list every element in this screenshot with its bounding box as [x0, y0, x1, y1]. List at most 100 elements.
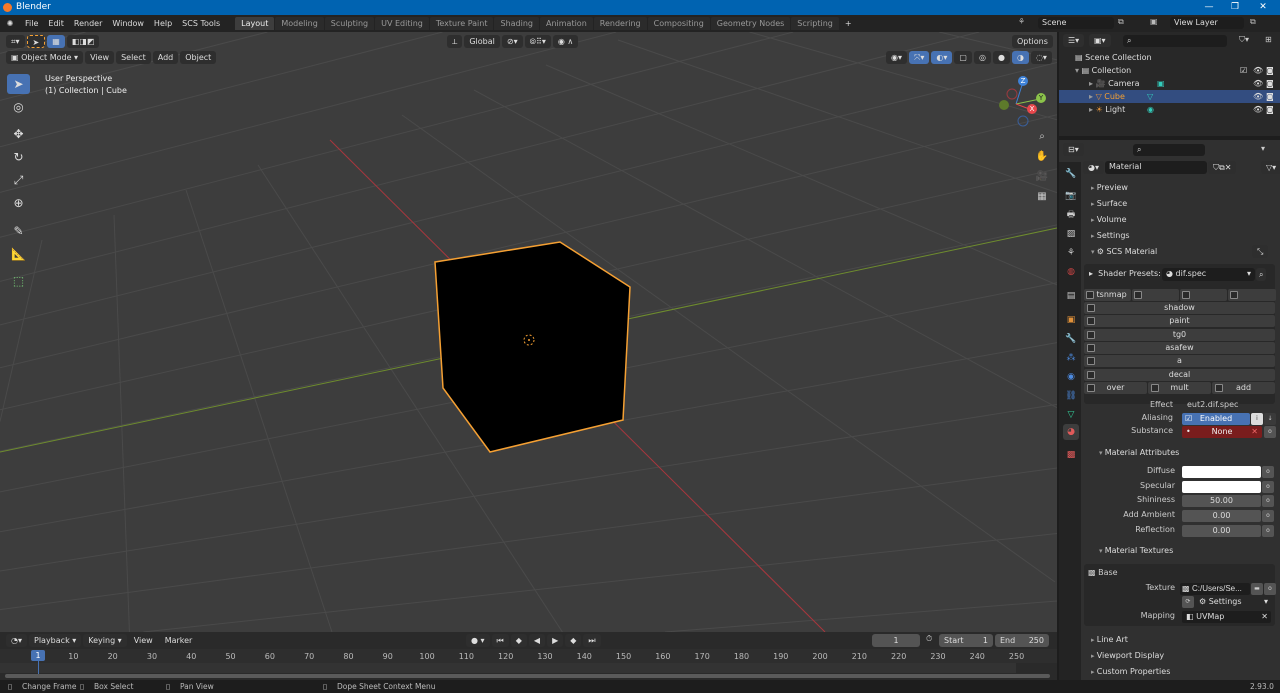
next-keyframe-icon[interactable]: ◆ [565, 634, 582, 647]
menu-file[interactable]: File [20, 19, 43, 28]
visibility-icon[interactable]: ◉▾ [886, 51, 907, 64]
exclude-checkbox[interactable]: ☑ [1240, 64, 1247, 77]
reload-icon[interactable]: ⟳ [1182, 596, 1194, 608]
view-layer-tab-icon[interactable]: ▨ [1063, 226, 1079, 242]
checkbox[interactable] [1134, 290, 1142, 299]
keyframe-dot-icon[interactable]: o [1262, 466, 1274, 478]
menu-view[interactable]: View [85, 51, 115, 64]
render-camera-icon[interactable]: ◙ [1266, 103, 1274, 116]
checkbox[interactable] [1182, 290, 1190, 299]
auto-keying-icon[interactable]: ● ▾ [466, 634, 490, 647]
flag-toggle[interactable]: mult [1148, 382, 1211, 394]
texture-path-field[interactable]: ▩ C:/Users/Se... [1180, 583, 1250, 595]
transform-orientation-select[interactable]: Global [464, 35, 500, 48]
render-camera-icon[interactable]: ◙ [1266, 64, 1274, 77]
select-mode-new-icon[interactable]: ▦ [47, 35, 65, 48]
flag-toggle[interactable]: decal [1084, 368, 1275, 381]
menu-scs-tools[interactable]: SCS Tools [177, 19, 225, 28]
attribute-field[interactable]: 0.00 [1182, 524, 1261, 537]
view-menu[interactable]: View [129, 634, 158, 647]
checkbox[interactable] [1087, 370, 1095, 379]
tool-tab-icon[interactable]: 🔧 [1063, 166, 1079, 182]
timeline-editor-type-icon[interactable]: ◔▾ [6, 634, 27, 647]
start-frame-field[interactable]: Start 1 [939, 634, 993, 647]
view-layer-selector[interactable]: View Layer [1170, 17, 1244, 29]
new-collection-icon[interactable]: ⊞ [1265, 35, 1272, 44]
maximize-button[interactable]: ❐ [1222, 0, 1248, 15]
scene-tab-icon[interactable]: ⚘ [1063, 245, 1079, 261]
checkbox[interactable] [1087, 343, 1095, 352]
texture-settings-dropdown[interactable]: ⚙ Settings ▾ [1195, 596, 1271, 608]
menu-add[interactable]: Add [152, 51, 179, 64]
select-tool-icon[interactable]: ➤ [26, 35, 46, 48]
scene-selector[interactable]: Scene [1038, 17, 1114, 29]
mapping-field[interactable]: ◧ UVMap ✕ [1182, 611, 1271, 623]
jump-start-icon[interactable]: ⏮ [491, 634, 509, 647]
menu-window[interactable]: Window [107, 19, 149, 28]
fake-user-icon[interactable]: ⛉⧉✕ [1208, 161, 1237, 174]
flag-toggle[interactable]: tsnmapu... [1228, 289, 1276, 311]
panel-line-art[interactable]: Line Art [1083, 632, 1277, 648]
render-tab-icon[interactable]: 📷 [1063, 188, 1079, 204]
render-camera-icon[interactable]: ◙ [1266, 90, 1274, 103]
panel-custom-properties[interactable]: Custom Properties [1083, 664, 1277, 680]
panel-viewport-display[interactable]: Viewport Display [1083, 648, 1277, 664]
collection-tab-icon[interactable]: ▤ [1063, 288, 1079, 304]
preview-range-icon[interactable]: ⏱ [926, 634, 932, 644]
material-browse-icon[interactable]: ◕▾ [1083, 161, 1104, 174]
gizmo-z-axis[interactable]: Z [1018, 76, 1028, 86]
collection-row[interactable]: ▾ ▤ Collection ☑ 👁 ◙ [1059, 64, 1280, 77]
gizmo-y-axis[interactable]: Y [1036, 93, 1046, 103]
tab-rendering[interactable]: Rendering [593, 17, 647, 30]
camera-view-icon[interactable]: 🎥 [1033, 168, 1051, 186]
tool-add-cube[interactable]: ⬚ [7, 271, 30, 291]
shader-presets-label[interactable]: ▸ Shader Presets: [1089, 269, 1161, 278]
substance-field[interactable]: • None ✕ [1182, 426, 1262, 438]
tool-annotate[interactable]: ✎ [7, 221, 30, 241]
snap-icon[interactable]: ⦾⠿▾ [524, 35, 551, 48]
info-icon[interactable]: i [1251, 413, 1263, 425]
tab-sculpting[interactable]: Sculpting [324, 17, 375, 30]
attribute-field[interactable]: 50.00 [1182, 495, 1261, 508]
attribute-field[interactable]: 0.00 [1182, 510, 1261, 523]
output-tab-icon[interactable]: 🖶 [1063, 207, 1079, 223]
attribute-field[interactable] [1182, 480, 1261, 493]
material-name-field[interactable]: Material [1105, 161, 1207, 174]
scs-material-action-icon[interactable]: ⤡ [1252, 245, 1269, 258]
menu-help[interactable]: Help [149, 19, 177, 28]
panel-volume[interactable]: Volume [1083, 212, 1277, 228]
options-dropdown[interactable]: Options [1012, 35, 1053, 48]
checkbox[interactable] [1215, 384, 1223, 392]
shading-material-icon[interactable]: ◑ [1011, 51, 1029, 64]
menu-edit[interactable]: Edit [43, 19, 69, 28]
outliner-item-light[interactable]: ▸ ☀ Light ◉ 👁 ◙ [1059, 103, 1280, 116]
select-mode-options-icon[interactable]: ◧◨◩ [66, 35, 100, 48]
display-mode-icon[interactable]: ▣▾ [1089, 34, 1111, 47]
shader-preset-select[interactable]: ◕ dif.spec ▾ [1162, 268, 1255, 281]
tab-modeling[interactable]: Modeling [275, 17, 324, 30]
eye-icon[interactable]: 👁 [1253, 64, 1263, 77]
close-button[interactable]: ✕ [1250, 0, 1276, 15]
prev-keyframe-icon[interactable]: ◆ [510, 634, 527, 647]
checkbox[interactable] [1151, 384, 1159, 392]
object-tab-icon[interactable]: ▣ [1063, 312, 1079, 328]
panel-material-attributes[interactable]: Material Attributes [1091, 445, 1180, 461]
overlay-toggle-icon[interactable]: ◐▾ [931, 51, 953, 64]
minimize-button[interactable]: — [1196, 0, 1222, 15]
tab-compositing[interactable]: Compositing [647, 17, 710, 30]
clear-mapping-icon[interactable]: ✕ [1261, 611, 1268, 623]
data-tab-icon[interactable]: ▽ [1063, 407, 1079, 423]
checkbox[interactable] [1087, 304, 1095, 312]
proportional-edit-icon[interactable]: ◉ ∧ [552, 35, 579, 48]
checkbox[interactable] [1087, 384, 1095, 392]
tab-layout[interactable]: Layout [235, 17, 275, 30]
3d-viewport[interactable]: Z Y X ⌗▾ ➤ ▦ ◧◨◩ ⟂ Global ⊘▾ ⦾⠿▾ ◉ ∧ Opt… [0, 32, 1057, 632]
add-workspace-button[interactable]: + [840, 19, 857, 28]
tab-geometry-nodes[interactable]: Geometry Nodes [710, 17, 791, 30]
menu-select[interactable]: Select [116, 51, 151, 64]
particles-tab-icon[interactable]: ⁂ [1063, 350, 1079, 366]
checkbox[interactable] [1087, 317, 1095, 326]
material-link-icon[interactable]: ▽▾ [1261, 161, 1280, 174]
flag-toggle[interactable]: paint [1084, 315, 1275, 328]
tool-cursor[interactable]: ◎ [7, 97, 30, 117]
